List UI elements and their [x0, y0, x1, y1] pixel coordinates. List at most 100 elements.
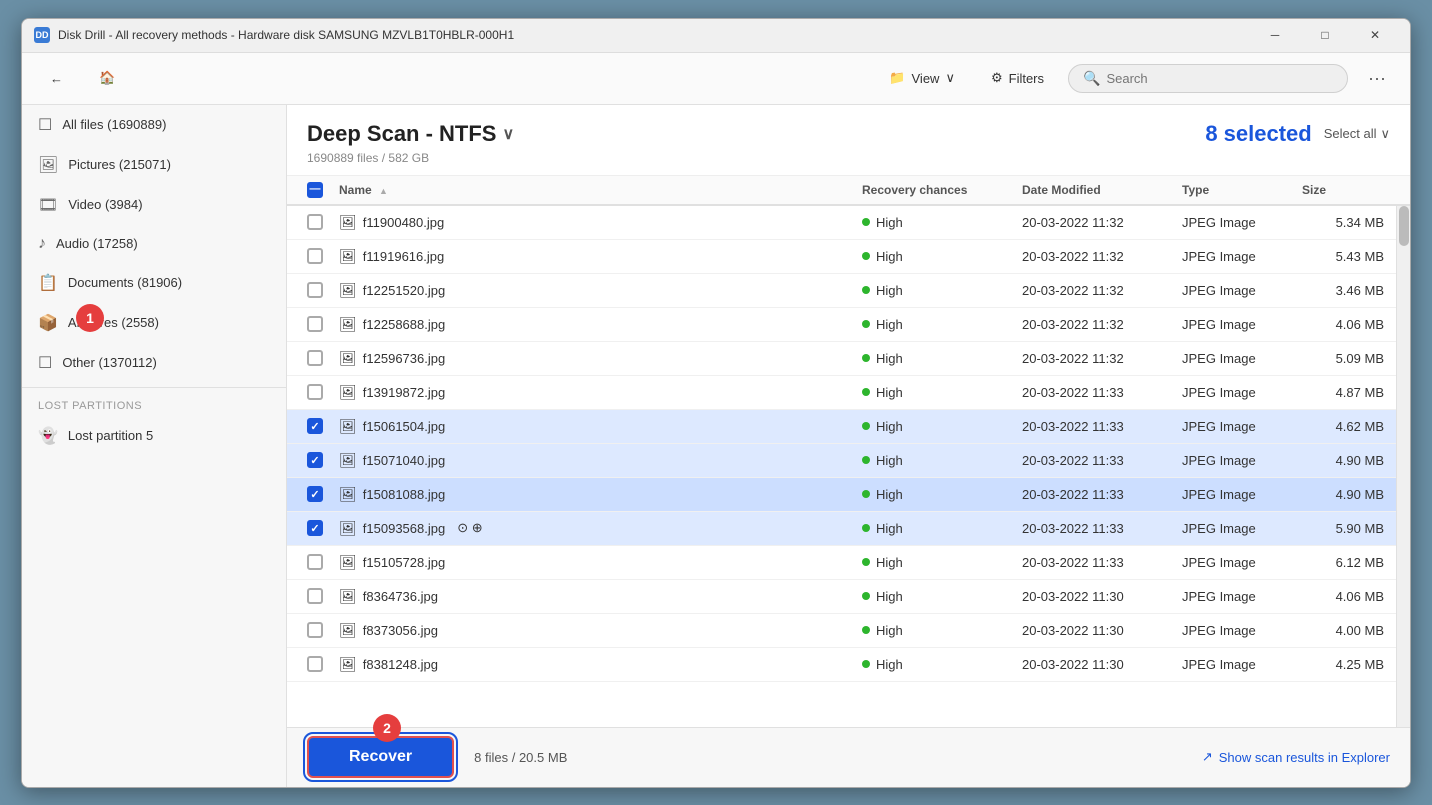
file-icon: 🖼 [339, 248, 357, 265]
scan-dropdown-icon[interactable]: ∨ [502, 124, 514, 144]
file-name-cell: 🖼 f12258688.jpg [335, 316, 858, 333]
file-name: f13919872.jpg [363, 385, 445, 400]
recovery-dot [862, 218, 870, 226]
table-row[interactable]: 🖼 f15105728.jpg High 20-03-2022 11:33 JP… [287, 546, 1396, 580]
recovery-label: High [876, 385, 903, 400]
row-checkbox[interactable] [307, 554, 323, 570]
table-row[interactable]: 🖼 f15061504.jpg High 20-03-2022 11:33 JP… [287, 410, 1396, 444]
select-all-button[interactable]: Select all ∨ [1324, 126, 1390, 142]
row-checkbox[interactable] [307, 520, 323, 536]
sidebar-item-pictures[interactable]: 🖼 Pictures (215071) [22, 145, 286, 185]
row-checkbox-cell[interactable] [295, 418, 335, 434]
scrollbar-thumb[interactable] [1399, 206, 1409, 246]
sidebar-item-archives[interactable]: 📦 Archives (2558) [22, 303, 286, 343]
filters-button[interactable]: ⚙ Filters [979, 64, 1056, 92]
row-checkbox[interactable] [307, 622, 323, 638]
back-button[interactable]: ← [38, 65, 75, 92]
show-explorer-link[interactable]: ↗ Show scan results in Explorer [1202, 749, 1390, 765]
table-row[interactable]: 🖼 f15081088.jpg High 20-03-2022 11:33 JP… [287, 478, 1396, 512]
row-checkbox-cell[interactable] [295, 656, 335, 672]
size-cell: 4.06 MB [1298, 589, 1388, 604]
row-action-icons[interactable]: ⊙ ⊕ [457, 520, 482, 536]
row-checkbox[interactable] [307, 282, 323, 298]
row-checkbox-cell[interactable] [295, 486, 335, 502]
table-row[interactable]: 🖼 f8364736.jpg High 20-03-2022 11:30 JPE… [287, 580, 1396, 614]
minimize-button[interactable]: ─ [1252, 18, 1298, 52]
table-row[interactable]: 🖼 f12251520.jpg High 20-03-2022 11:32 JP… [287, 274, 1396, 308]
date-cell: 20-03-2022 11:33 [1018, 419, 1178, 434]
file-icon: 🖼 [339, 282, 357, 299]
sidebar-item-lost-partition-5[interactable]: 👻 Lost partition 5 [22, 416, 286, 456]
scrollbar-track[interactable] [1396, 206, 1410, 727]
recovery-label: High [876, 555, 903, 570]
select-all-checkbox[interactable] [307, 182, 323, 198]
search-box[interactable]: 🔍 [1068, 64, 1348, 93]
recovery-label: High [876, 351, 903, 366]
recovery-label: High [876, 453, 903, 468]
recover-button[interactable]: Recover [307, 736, 454, 778]
row-checkbox[interactable] [307, 418, 323, 434]
file-name-cell: 🖼 f12596736.jpg [335, 350, 858, 367]
row-checkbox-cell[interactable] [295, 588, 335, 604]
row-checkbox[interactable] [307, 486, 323, 502]
table-row[interactable]: 🖼 f15093568.jpg ⊙ ⊕ High 20-03-2022 11:3… [287, 512, 1396, 546]
row-checkbox-cell[interactable] [295, 282, 335, 298]
row-checkbox-cell[interactable] [295, 316, 335, 332]
row-checkbox-cell[interactable] [295, 520, 335, 536]
row-checkbox[interactable] [307, 316, 323, 332]
row-checkbox-cell[interactable] [295, 622, 335, 638]
table-row[interactable]: 🖼 f11900480.jpg High 20-03-2022 11:32 JP… [287, 206, 1396, 240]
row-checkbox[interactable] [307, 656, 323, 672]
back-icon: ← [50, 71, 63, 86]
maximize-button[interactable]: □ [1302, 18, 1348, 52]
sidebar-item-video[interactable]: 🎞 Video (3984) [22, 185, 286, 225]
recovery-cell: High [858, 657, 1018, 672]
close-button[interactable]: ✕ [1352, 18, 1398, 52]
file-name: f12258688.jpg [363, 317, 445, 332]
table-row[interactable]: 🖼 f13919872.jpg High 20-03-2022 11:33 JP… [287, 376, 1396, 410]
row-checkbox-cell[interactable] [295, 214, 335, 230]
date-cell: 20-03-2022 11:32 [1018, 317, 1178, 332]
view-button[interactable]: 📁 View ∨ [877, 64, 967, 92]
table-row[interactable]: 🖼 f11919616.jpg High 20-03-2022 11:32 JP… [287, 240, 1396, 274]
size-cell: 5.09 MB [1298, 351, 1388, 366]
recovery-dot [862, 422, 870, 430]
table-body: 🖼 f11900480.jpg High 20-03-2022 11:32 JP… [287, 206, 1396, 727]
row-checkbox-cell[interactable] [295, 452, 335, 468]
sidebar-item-all-files[interactable]: ☐ All files (1690889) [22, 105, 286, 145]
more-options-button[interactable]: ··· [1360, 64, 1394, 93]
recovery-dot [862, 490, 870, 498]
col-date: Date Modified [1018, 183, 1178, 197]
header-checkbox-cell[interactable] [295, 182, 335, 198]
home-button[interactable]: 🏠 [87, 64, 127, 92]
type-cell: JPEG Image [1178, 419, 1298, 434]
main-layout: ☐ All files (1690889) 🖼 Pictures (215071… [22, 105, 1410, 787]
row-checkbox-cell[interactable] [295, 350, 335, 366]
file-icon: 🖼 [339, 622, 357, 639]
row-checkbox[interactable] [307, 214, 323, 230]
row-checkbox[interactable] [307, 588, 323, 604]
recovery-label: High [876, 521, 903, 536]
row-checkbox-cell[interactable] [295, 554, 335, 570]
file-icon: 🖼 [339, 588, 357, 605]
table-row[interactable]: 🖼 f15071040.jpg High 20-03-2022 11:33 JP… [287, 444, 1396, 478]
file-name: f8364736.jpg [363, 589, 438, 604]
sidebar-item-other[interactable]: ☐ Other (1370112) [22, 343, 286, 383]
sidebar-item-documents[interactable]: 📋 Documents (81906) [22, 263, 286, 303]
table-row[interactable]: 🖼 f12258688.jpg High 20-03-2022 11:32 JP… [287, 308, 1396, 342]
pictures-icon: 🖼 [38, 155, 58, 175]
sidebar-item-audio[interactable]: ♪ Audio (17258) [22, 225, 286, 263]
row-checkbox-cell[interactable] [295, 248, 335, 264]
row-checkbox[interactable] [307, 350, 323, 366]
row-checkbox[interactable] [307, 248, 323, 264]
table-row[interactable]: 🖼 f8373056.jpg High 20-03-2022 11:30 JPE… [287, 614, 1396, 648]
table-row[interactable]: 🖼 f12596736.jpg High 20-03-2022 11:32 JP… [287, 342, 1396, 376]
recovery-dot [862, 456, 870, 464]
row-checkbox[interactable] [307, 452, 323, 468]
size-cell: 4.06 MB [1298, 317, 1388, 332]
row-checkbox-cell[interactable] [295, 384, 335, 400]
search-input[interactable] [1106, 71, 1333, 86]
recovery-label: High [876, 589, 903, 604]
row-checkbox[interactable] [307, 384, 323, 400]
table-row[interactable]: 🖼 f8381248.jpg High 20-03-2022 11:30 JPE… [287, 648, 1396, 682]
